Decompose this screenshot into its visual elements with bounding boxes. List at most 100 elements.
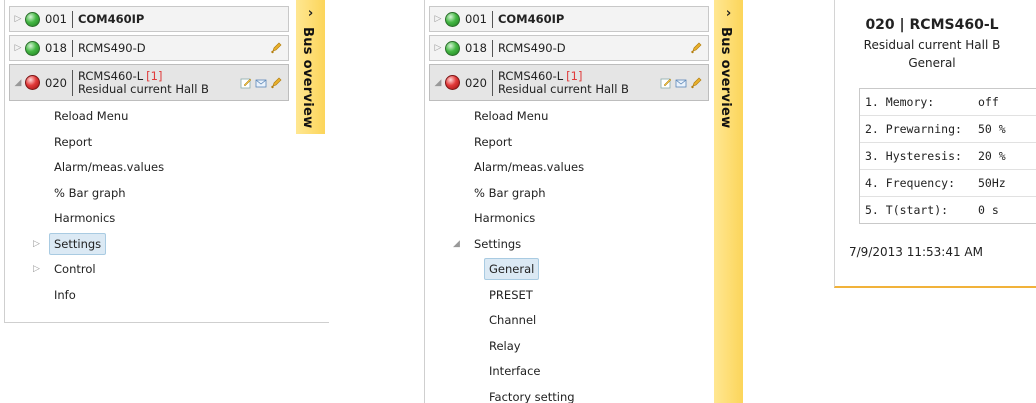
menu-item-control[interactable]: ▷ Control (9, 257, 289, 283)
bell-icon[interactable] (270, 77, 282, 89)
alarm-count: [1] (146, 68, 163, 83)
menu-item-bar-graph[interactable]: % Bar graph (9, 181, 289, 207)
divider (491, 69, 493, 96)
bus-overview-toggle[interactable]: › Bus overview (296, 0, 325, 134)
menu-item-bar-graph[interactable]: % Bar graph (429, 181, 709, 207)
settings-row: 5. T(start): 0 s (860, 196, 1036, 223)
menu-item-reload[interactable]: Reload Menu (429, 104, 709, 130)
submenu-item-general-label[interactable]: General (484, 258, 540, 280)
card-channel: Residual current Hall B (863, 38, 1001, 52)
menu-item-harmonics[interactable]: Harmonics (429, 206, 709, 232)
expand-arrow-icon[interactable]: ▷ (11, 14, 25, 24)
device-context-menu: Reload Menu Report Alarm/meas.values % B… (9, 104, 289, 308)
device-address: 001 (465, 12, 487, 26)
settings-row: 2. Prewarning: 50 % (860, 115, 1036, 142)
expand-arrow-icon[interactable]: ▷ (33, 232, 40, 258)
setting-value: 20 % (978, 149, 1006, 163)
menu-item-harmonics[interactable]: Harmonics (9, 206, 289, 232)
bus-overview-label: Bus overview (300, 27, 315, 129)
submenu-item-factory-setting[interactable]: Factory setting (429, 385, 709, 403)
menu-item-info[interactable]: Info (9, 283, 289, 309)
menu-item-alarm-values[interactable]: Alarm/meas.values (429, 155, 709, 181)
menu-item-alarm-values[interactable]: Alarm/meas.values (9, 155, 289, 181)
menu-item-report[interactable]: Report (9, 130, 289, 156)
setting-label: 2. Prewarning: (865, 122, 962, 136)
device-name: RCMS460-L (77, 68, 144, 83)
device-address: 020 (465, 75, 487, 90)
collapse-arrow-icon[interactable]: ◢ (453, 232, 460, 258)
device-name: RCMS490-D (77, 41, 146, 55)
expand-arrow-icon[interactable]: ▷ (11, 43, 25, 53)
chevron-right-icon[interactable]: › (714, 6, 743, 21)
device-tree-panel-collapsed-settings: ▷ 001 COM460IP ▷ 018 RCMS490-D ◢ 020 RCM… (4, 0, 329, 323)
device-tree: ▷ 001 COM460IP ▷ 018 RCMS490-D ◢ 020 RCM… (429, 6, 709, 403)
settings-table: 1. Memory: off 2. Prewarning: 50 % 3. Hy… (859, 88, 1036, 224)
card-title: 020 | RCMS460-L (865, 17, 999, 33)
menu-item-settings-label[interactable]: Settings (474, 237, 521, 251)
menu-item-settings[interactable]: ◢ Settings (429, 232, 709, 258)
submenu-item-relay[interactable]: Relay (429, 334, 709, 360)
divider (491, 10, 493, 28)
settings-row: 3. Hysteresis: 20 % (860, 142, 1036, 169)
device-tree-panel-expanded-settings: ▷ 001 COM460IP ▷ 018 RCMS490-D ◢ 020 RCM… (424, 0, 747, 403)
status-ok-icon (445, 11, 460, 27)
submenu-item-interface[interactable]: Interface (429, 359, 709, 385)
device-node-001[interactable]: ▷ 001 COM460IP (429, 6, 709, 32)
divider (491, 39, 493, 57)
divider (71, 39, 73, 57)
timestamp: 7/9/2013 11:53:41 AM (849, 245, 983, 259)
submenu-item-channel[interactable]: Channel (429, 308, 709, 334)
bell-icon[interactable] (690, 42, 702, 54)
device-node-020[interactable]: ◢ 020 RCMS460-L [1] Residual current Hall… (9, 64, 289, 101)
setting-value: 0 s (978, 203, 999, 217)
expand-arrow-icon[interactable]: ▷ (431, 14, 445, 24)
mail-icon[interactable] (255, 77, 267, 89)
menu-item-control-label[interactable]: Control (54, 262, 96, 276)
bus-overview-label: Bus overview (718, 27, 733, 129)
device-node-001[interactable]: ▷ 001 COM460IP (9, 6, 289, 32)
device-node-020[interactable]: ◢ 020 RCMS460-L [1] Residual current Hall… (429, 64, 709, 101)
device-name: COM460IP (77, 12, 145, 26)
submenu-item-general[interactable]: General (429, 257, 709, 283)
channel-name: Residual current Hall B (77, 81, 209, 96)
edit-icon[interactable] (660, 77, 672, 89)
submenu-item-preset[interactable]: PRESET (429, 283, 709, 309)
mail-icon[interactable] (675, 77, 687, 89)
device-context-menu: Reload Menu Report Alarm/meas.values % B… (429, 104, 709, 403)
settings-row: 4. Frequency: 50Hz (860, 169, 1036, 196)
menu-item-reload[interactable]: Reload Menu (9, 104, 289, 130)
setting-value: 50Hz (978, 176, 1006, 190)
settings-detail-card: 020 | RCMS460-L Residual current Hall B … (834, 0, 1036, 288)
status-alarm-icon (25, 75, 40, 90)
expand-arrow-icon[interactable]: ▷ (431, 43, 445, 53)
device-address: 018 (465, 41, 487, 55)
expand-arrow-icon[interactable]: ▷ (33, 257, 40, 283)
status-ok-icon (445, 40, 460, 56)
edit-icon[interactable] (240, 77, 252, 89)
device-node-018[interactable]: ▷ 018 RCMS490-D (9, 35, 289, 61)
device-node-018[interactable]: ▷ 018 RCMS490-D (429, 35, 709, 61)
divider (71, 69, 73, 96)
setting-value: off (978, 95, 999, 109)
bell-icon[interactable] (690, 77, 702, 89)
status-ok-icon (25, 40, 40, 56)
status-ok-icon (25, 11, 40, 27)
setting-value: 50 % (978, 122, 1006, 136)
divider (71, 10, 73, 28)
menu-item-settings-label[interactable]: Settings (49, 232, 107, 255)
setting-label: 4. Frequency: (865, 176, 956, 190)
chevron-right-icon[interactable]: › (296, 6, 325, 21)
bell-icon[interactable] (270, 42, 282, 54)
status-alarm-icon (445, 75, 460, 90)
menu-item-report[interactable]: Report (429, 130, 709, 156)
settings-row: 1. Memory: off (860, 89, 1036, 115)
channel-name: Residual current Hall B (497, 81, 629, 96)
menu-item-settings[interactable]: ▷ Settings (9, 232, 289, 258)
device-name: RCMS490-D (497, 41, 566, 55)
device-tree: ▷ 001 COM460IP ▷ 018 RCMS490-D ◢ 020 RCM… (9, 6, 289, 308)
device-name: COM460IP (497, 12, 565, 26)
device-address: 020 (45, 75, 67, 90)
collapse-arrow-icon[interactable]: ◢ (11, 78, 25, 88)
bus-overview-toggle[interactable]: › Bus overview (714, 0, 743, 403)
collapse-arrow-icon[interactable]: ◢ (431, 78, 445, 88)
